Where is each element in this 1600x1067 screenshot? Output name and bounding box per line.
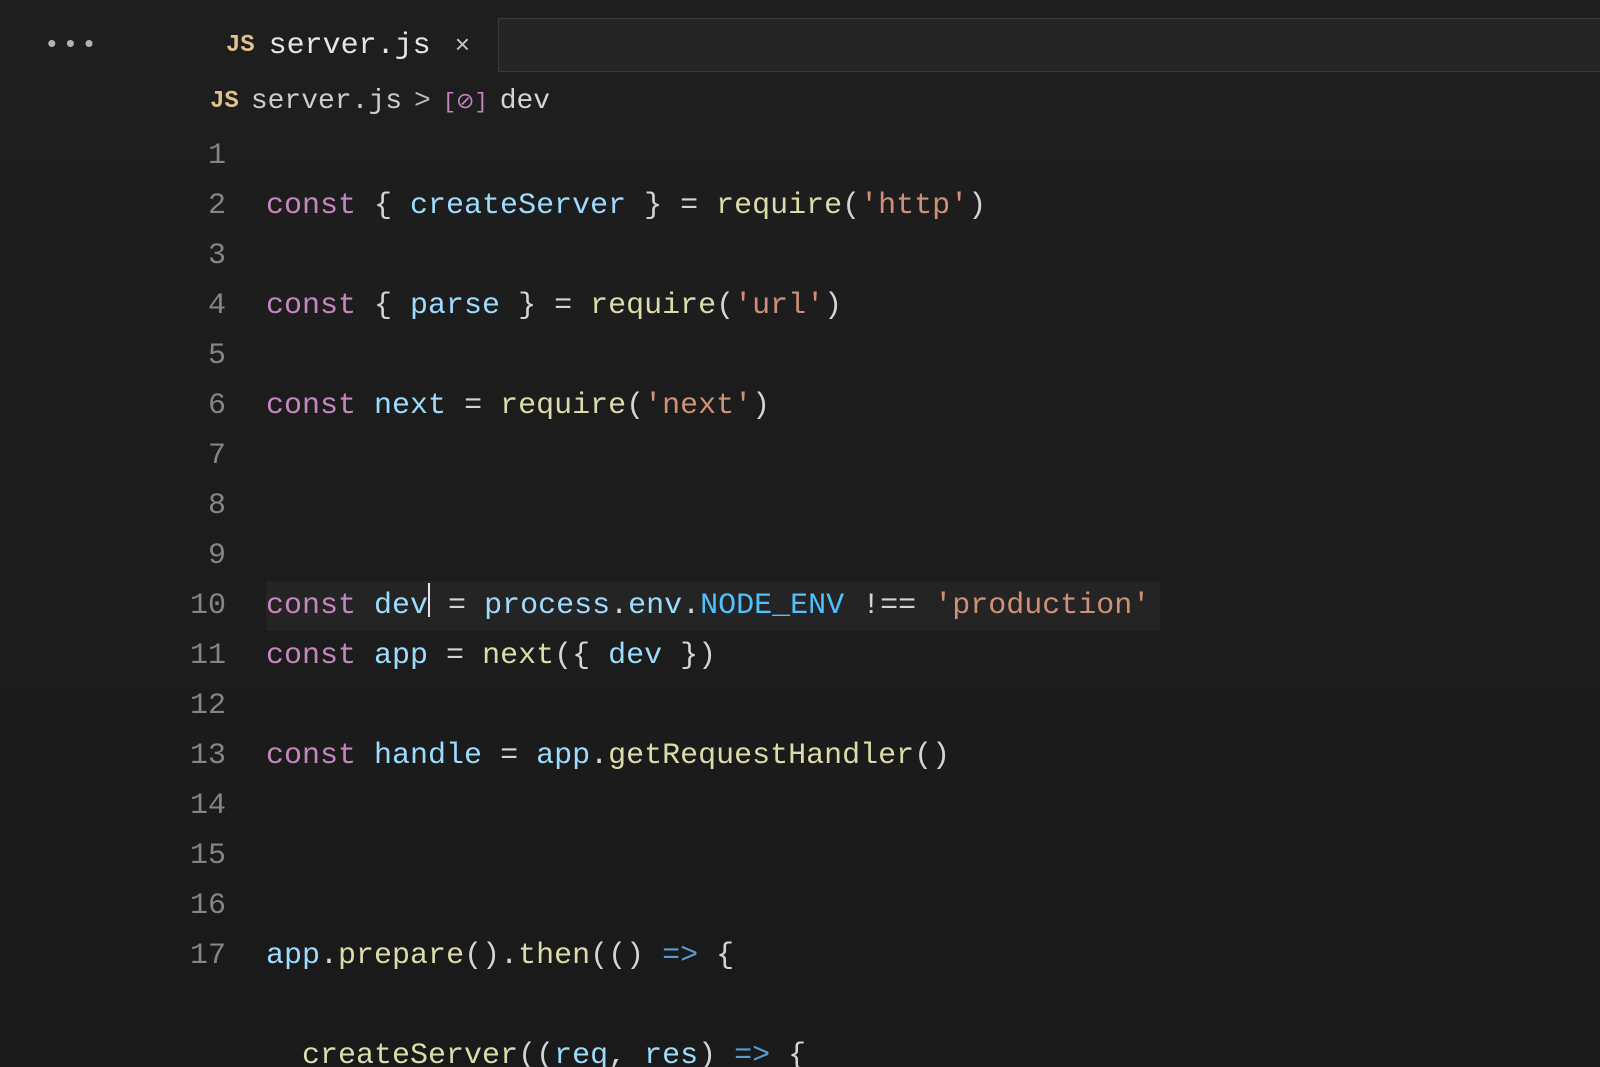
code-line[interactable]: const next = require('next') bbox=[266, 381, 1184, 431]
line-number-gutter: 1 2 3 4 5 6 7 8 9 10 11 12 13 14 15 16 1… bbox=[190, 131, 266, 1067]
line-number: 7 bbox=[208, 431, 226, 481]
tab-bar: ••• JS server.js × bbox=[0, 18, 1600, 72]
code-area[interactable]: 1 2 3 4 5 6 7 8 9 10 11 12 13 14 15 16 1… bbox=[0, 131, 1600, 1067]
line-number: 17 bbox=[190, 931, 226, 981]
line-number: 5 bbox=[208, 331, 226, 381]
code-line[interactable]: app.prepare().then(() => { bbox=[266, 931, 1184, 981]
line-number: 6 bbox=[208, 381, 226, 431]
code-text[interactable]: const { createServer } = require('http')… bbox=[266, 131, 1184, 1067]
line-number: 4 bbox=[208, 281, 226, 331]
editor: ••• JS server.js × JS server.js > [⊘] de… bbox=[0, 0, 1600, 1067]
line-number: 8 bbox=[208, 481, 226, 531]
chevron-right-icon: > bbox=[414, 86, 431, 117]
line-number: 9 bbox=[208, 531, 226, 581]
code-line[interactable] bbox=[266, 481, 1184, 531]
line-number: 15 bbox=[190, 831, 226, 881]
line-number: 12 bbox=[190, 681, 226, 731]
code-line[interactable]: createServer((req, res) => { bbox=[266, 1031, 1184, 1067]
code-line[interactable] bbox=[266, 831, 1184, 881]
breadcrumb-file: server.js bbox=[251, 86, 402, 117]
more-menu-icon[interactable]: ••• bbox=[44, 30, 100, 60]
code-line-active[interactable]: const dev = process.env.NODE_ENV !== 'pr… bbox=[266, 581, 1160, 631]
line-number: 14 bbox=[190, 781, 226, 831]
line-number: 11 bbox=[190, 631, 226, 681]
code-line[interactable]: const { createServer } = require('http') bbox=[266, 181, 1184, 231]
code-line[interactable]: const handle = app.getRequestHandler() bbox=[266, 731, 1184, 781]
close-icon[interactable]: × bbox=[455, 31, 471, 61]
tab-server-js[interactable]: JS server.js × bbox=[220, 18, 490, 72]
js-file-icon: JS bbox=[226, 32, 255, 59]
breadcrumb-symbol: dev bbox=[500, 86, 550, 117]
line-number: 2 bbox=[208, 181, 226, 231]
code-line[interactable]: const { parse } = require('url') bbox=[266, 281, 1184, 331]
js-file-icon: JS bbox=[210, 88, 239, 115]
code-line[interactable]: const app = next({ dev }) bbox=[266, 631, 1184, 681]
line-number: 3 bbox=[208, 231, 226, 281]
breadcrumb[interactable]: JS server.js > [⊘] dev bbox=[0, 72, 1600, 131]
line-number: 1 bbox=[208, 131, 226, 181]
tab-filename: server.js bbox=[269, 29, 431, 63]
line-number: 10 bbox=[190, 581, 226, 631]
line-number: 13 bbox=[190, 731, 226, 781]
variable-symbol-icon: [⊘] bbox=[443, 89, 488, 115]
line-number: 16 bbox=[190, 881, 226, 931]
tab-well bbox=[498, 18, 1600, 72]
